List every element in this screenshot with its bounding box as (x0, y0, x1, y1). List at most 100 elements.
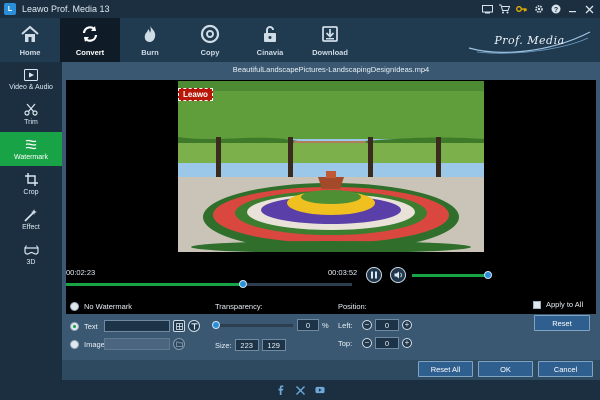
font-icon (191, 322, 197, 329)
seek-progress (66, 283, 244, 286)
facebook-icon[interactable] (275, 385, 285, 395)
tab-home[interactable]: Home (0, 18, 60, 62)
main-toolbar: Home Convert Burn Copy Cinavia Download … (0, 18, 600, 62)
sidebar-item-3d[interactable]: 3D (0, 237, 62, 271)
size-height-input[interactable]: 129 (261, 339, 286, 351)
effect-icon (23, 208, 39, 222)
key-icon[interactable] (513, 1, 530, 17)
tab-convert[interactable]: Convert (60, 18, 120, 62)
video-preview[interactable]: Leawo (178, 81, 484, 252)
glasses-3d-icon (23, 243, 39, 257)
screen-icon[interactable] (479, 1, 496, 17)
watermark-text-input[interactable] (104, 320, 170, 332)
reset-button[interactable]: Reset (534, 315, 590, 331)
apply-to-all-label: Apply to All (546, 300, 584, 309)
tab-cinavia[interactable]: Cinavia (240, 18, 300, 62)
apply-to-all-checkbox[interactable] (533, 300, 541, 309)
tab-cinavia-label: Cinavia (256, 48, 284, 57)
font-button[interactable] (188, 320, 200, 332)
sidebar-item-watermark[interactable]: Watermark (0, 132, 62, 166)
size-label: Size: (215, 340, 232, 350)
left-increase-button[interactable]: + (402, 320, 412, 330)
pause-icon (371, 271, 377, 279)
film-icon (23, 68, 39, 82)
sidebar-item-effect[interactable]: Effect (0, 202, 62, 236)
gear-icon[interactable] (530, 1, 547, 17)
apply-to-all[interactable]: Apply to All (533, 300, 583, 309)
position-heading: Position: (338, 302, 367, 311)
top-input[interactable]: 0 (375, 337, 399, 349)
svg-text:?: ? (553, 7, 557, 14)
top-row: Top: − 0 + (338, 337, 412, 349)
convert-icon (82, 26, 98, 42)
crop-icon (23, 173, 39, 187)
option-text[interactable]: Text (70, 320, 200, 332)
app-logo-icon: L (4, 3, 16, 15)
video-player[interactable]: Leawo (66, 80, 596, 314)
text-settings-button[interactable] (173, 320, 185, 332)
sidebar-item-label: Crop (23, 188, 39, 196)
pause-button[interactable] (366, 267, 382, 283)
volume-level (412, 274, 488, 277)
brand-logo: Prof. Media (467, 26, 592, 54)
tab-burn-label: Burn (141, 48, 159, 57)
tab-copy[interactable]: Copy (180, 18, 240, 62)
ok-button[interactable]: OK (478, 361, 533, 377)
position-label: Position: (338, 302, 367, 311)
volume-slider[interactable] (412, 271, 492, 279)
cancel-button[interactable]: Cancel (538, 361, 593, 377)
window-title: Leawo Prof. Media 13 (22, 4, 110, 14)
close-icon[interactable] (581, 1, 598, 17)
option-image[interactable]: Image (70, 338, 185, 350)
help-icon[interactable]: ? (547, 1, 564, 17)
left-label: Left: (338, 320, 353, 330)
top-decrease-button[interactable]: − (362, 338, 372, 348)
browse-image-button[interactable] (173, 338, 185, 350)
text-radio[interactable] (70, 321, 79, 331)
sidebar-item-label: 3D (26, 258, 36, 266)
x-icon[interactable] (295, 385, 305, 395)
tab-download[interactable]: Download (300, 18, 360, 62)
text-label: Text (84, 321, 98, 331)
video-file-name: BeautifulLandscapePictures-LandscapingDe… (232, 65, 430, 74)
sidebar-item-label: Trim (24, 118, 38, 126)
copy-icon (200, 24, 220, 44)
watermark-overlay[interactable]: Leawo (178, 88, 213, 101)
no-watermark-radio[interactable] (70, 302, 79, 311)
sidebar-item-trim[interactable]: Trim (0, 97, 62, 131)
footer (0, 380, 600, 400)
sidebar-item-label: Watermark (14, 153, 48, 161)
left-decrease-button[interactable]: − (362, 320, 372, 330)
size-width-input[interactable]: 223 (234, 339, 259, 351)
option-no-watermark[interactable]: No Watermark (70, 302, 132, 311)
sidebar-item-crop[interactable]: Crop (0, 167, 62, 201)
left-input[interactable]: 0 (375, 319, 399, 331)
sidebar-item-video-audio[interactable]: Video & Audio (0, 62, 62, 96)
sidebar: Video & Audio Trim Watermark Crop Effect… (0, 62, 62, 380)
scissors-icon (23, 103, 39, 117)
tab-convert-label: Convert (75, 48, 105, 57)
volume-button[interactable] (390, 267, 406, 283)
top-increase-button[interactable]: + (402, 338, 412, 348)
brand-text: Prof. Media (494, 33, 565, 47)
image-radio[interactable] (70, 339, 79, 349)
transparency-heading: Transparency: (215, 302, 263, 311)
image-path-input[interactable] (104, 338, 170, 350)
transparency-slider[interactable] (212, 320, 293, 329)
transparency-input[interactable]: 0 (297, 319, 319, 331)
tab-copy-label: Copy (200, 48, 220, 57)
seek-bar[interactable] (66, 280, 352, 288)
watermark-icon (23, 138, 39, 152)
size-row: Size: 223 129 (215, 339, 289, 351)
sidebar-item-label: Video & Audio (9, 83, 53, 91)
cart-icon[interactable] (496, 1, 513, 17)
action-bar: Reset All OK Cancel (62, 360, 600, 380)
volume-handle[interactable] (484, 271, 492, 279)
minimize-icon[interactable] (564, 1, 581, 17)
no-watermark-label: No Watermark (84, 302, 133, 311)
left-row: Left: − 0 + (338, 319, 412, 331)
youtube-icon[interactable] (315, 385, 325, 395)
transparency-handle[interactable] (212, 320, 220, 329)
reset-all-button[interactable]: Reset All (418, 361, 473, 377)
tab-burn[interactable]: Burn (120, 18, 180, 62)
